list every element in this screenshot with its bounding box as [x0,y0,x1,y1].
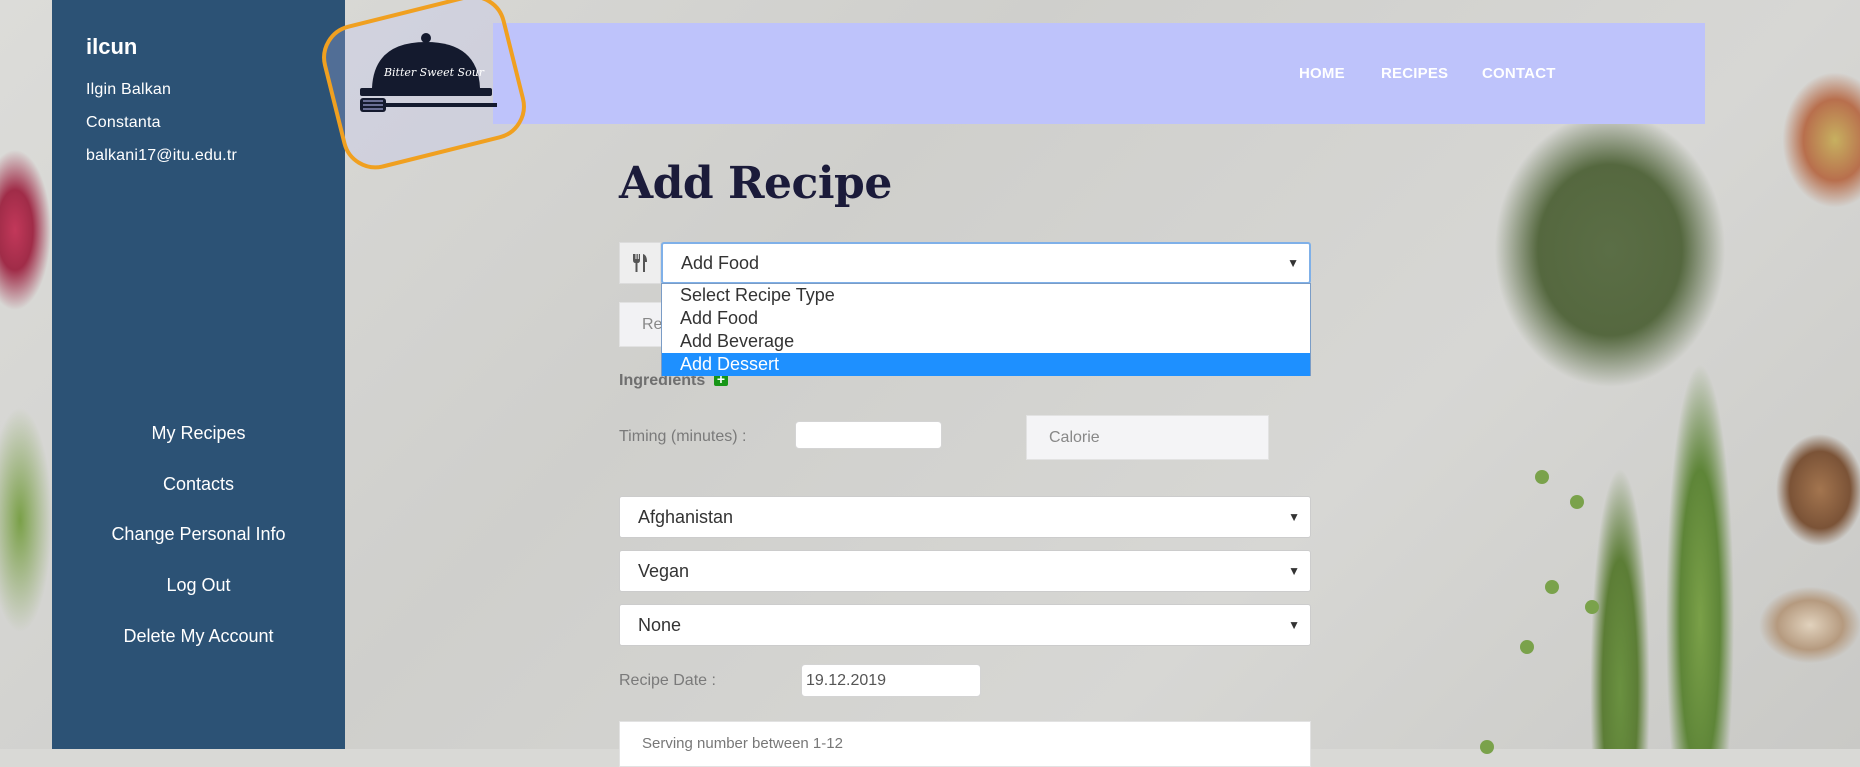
chevron-down-icon: ▼ [1288,510,1300,524]
timing-input[interactable] [795,421,942,449]
sidebar-city: Constanta [86,114,161,131]
nav-contact[interactable]: CONTACT [1482,23,1556,124]
calorie-input[interactable]: Calorie [1026,415,1269,460]
cloche-logo[interactable]: Bitter Sweet Sour [352,30,502,125]
option-add-dessert[interactable]: Add Dessert [662,353,1310,376]
chevron-down-icon: ▼ [1287,256,1299,270]
logo-text: Bitter Sweet Sour [383,66,485,79]
recipe-date-label: Recipe Date : [619,672,716,689]
sidebar-item-log-out[interactable]: Log Out [52,575,345,596]
chevron-down-icon: ▼ [1288,564,1300,578]
timing-label: Timing (minutes) : [619,428,747,445]
pea-decoration [1535,470,1549,484]
diet-value: Vegan [638,560,690,581]
pea-decoration [1570,495,1584,509]
pea-decoration [1520,640,1534,654]
recipe-type-value: Add Food [681,252,760,273]
pea-decoration [1585,600,1599,614]
serving-number-input[interactable]: Serving number between 1-12 [619,721,1311,767]
chevron-down-icon: ▼ [1288,618,1300,632]
option-add-food[interactable]: Add Food [662,307,1310,330]
fork-knife-icon [619,242,661,284]
sidebar-full-name: Ilgin Balkan [86,81,172,98]
sidebar-item-my-recipes[interactable]: My Recipes [52,423,345,444]
country-value: Afghanistan [638,506,734,527]
nav-recipes[interactable]: RECIPES [1381,23,1448,124]
nav-home[interactable]: HOME [1299,23,1345,124]
recipe-type-select[interactable]: Add Food ▼ [661,242,1311,284]
page-title: Add Recipe [619,158,892,209]
pea-decoration [1480,740,1494,754]
recipe-date-input[interactable]: 19.12.2019 [801,664,981,697]
sidebar-item-change-personal-info[interactable]: Change Personal Info [52,524,345,545]
allergy-select[interactable]: None ▼ [619,604,1311,646]
sidebar: ilcun Ilgin Balkan Constanta balkani17@i… [52,0,345,749]
sidebar-item-contacts[interactable]: Contacts [52,474,345,495]
sidebar-item-delete-account[interactable]: Delete My Account [52,626,345,647]
country-select[interactable]: Afghanistan ▼ [619,496,1311,538]
recipe-type-dropdown: Select Recipe Type Add Food Add Beverage… [661,283,1311,376]
allergy-value: None [638,614,682,635]
sidebar-email: balkani17@itu.edu.tr [86,147,237,164]
option-add-beverage[interactable]: Add Beverage [662,330,1310,353]
diet-select[interactable]: Vegan ▼ [619,550,1311,592]
pea-decoration [1545,580,1559,594]
option-select-recipe-type[interactable]: Select Recipe Type [662,284,1310,307]
sidebar-username: ilcun [86,34,138,59]
